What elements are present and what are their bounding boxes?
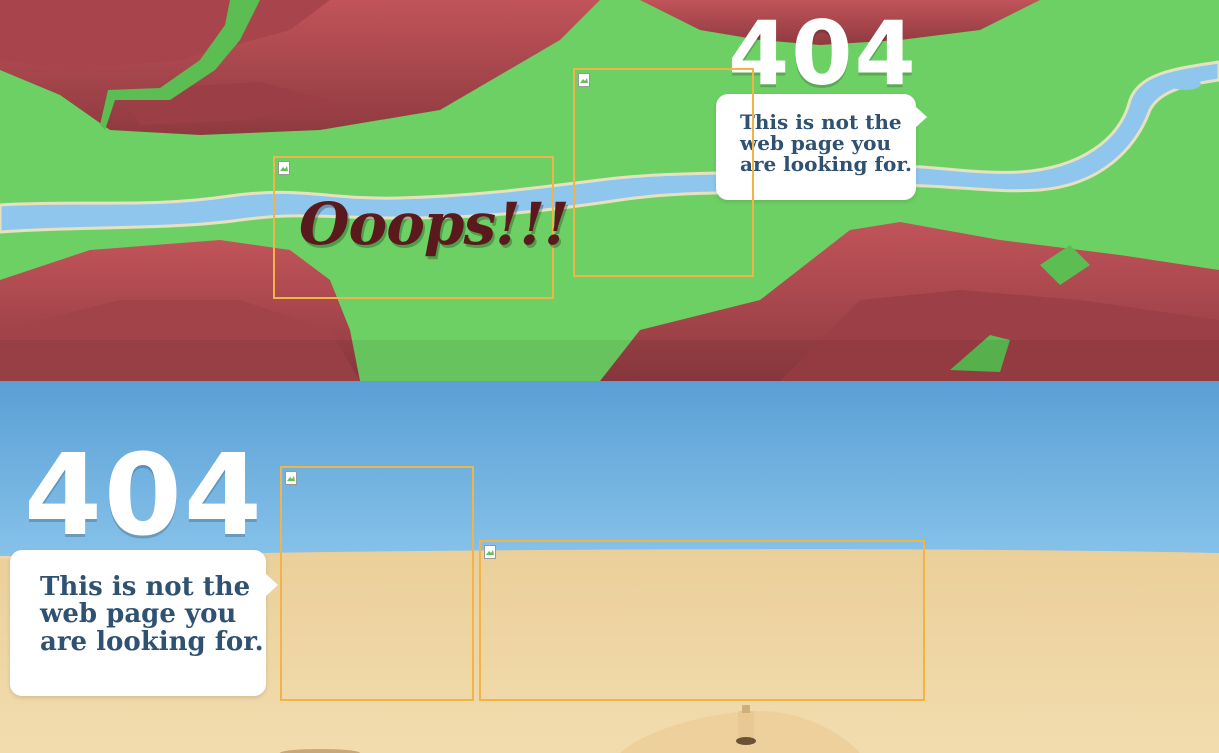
broken-image: [280, 466, 474, 701]
ooops-text: Ooops!!!: [299, 190, 569, 258]
broken-image-icon: [278, 161, 290, 175]
error-code-heading: 404: [728, 2, 918, 105]
bubble-tail: [266, 574, 278, 596]
desert-scene: 404 This is not the web page you are loo…: [0, 381, 1219, 753]
error-code-heading: 404: [24, 431, 264, 561]
ooops-image: Ooops!!!: [273, 156, 569, 299]
broken-image-icon: [578, 73, 590, 87]
broken-image: [573, 68, 754, 277]
error-message: This is not the web page you are looking…: [740, 110, 913, 176]
broken-image-icon: [285, 471, 297, 485]
broken-image: [479, 540, 925, 701]
error-message: This is not the web page you are looking…: [40, 572, 264, 657]
canyon-scene: 404 This is not the web page you are loo…: [0, 0, 1219, 381]
speech-bubble: This is not the web page you are looking…: [10, 550, 278, 696]
broken-image-icon: [484, 545, 496, 559]
bubble-tail: [915, 106, 927, 128]
